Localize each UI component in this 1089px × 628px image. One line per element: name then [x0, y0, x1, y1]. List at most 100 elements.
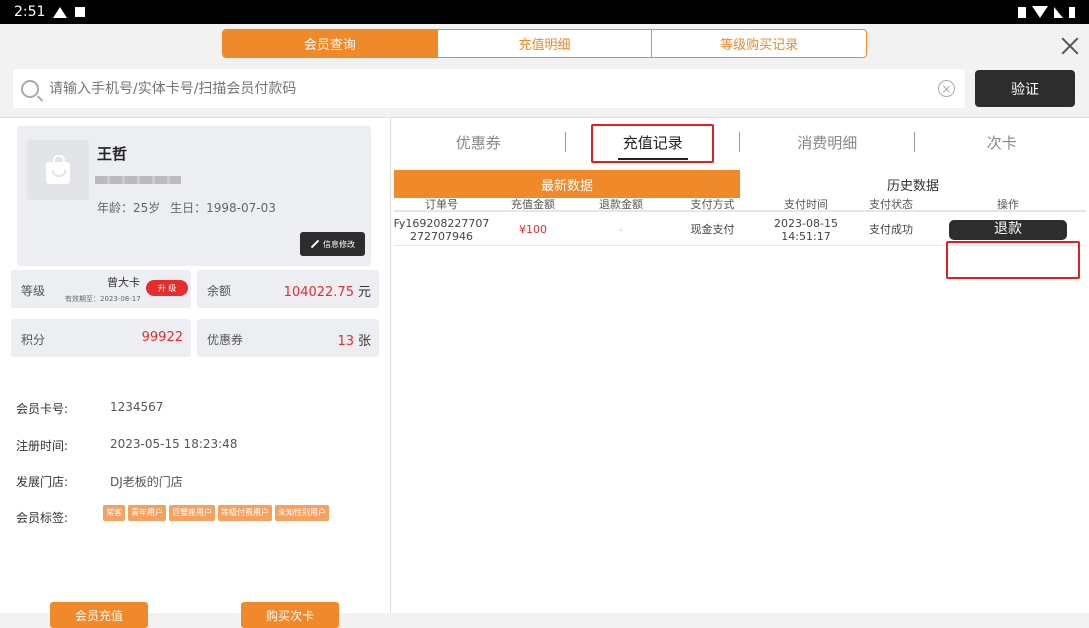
refund-amount: -: [577, 214, 665, 245]
level-box: 等级 曾大卡 有效期至：2023-08-17 升 级: [11, 270, 191, 308]
level-label: 等级: [21, 282, 45, 299]
col-pay-method: 支付方式: [665, 198, 760, 210]
col-order-no: 订单号: [394, 198, 489, 210]
shopping-bag-icon: [46, 162, 70, 184]
member-tag: 巨蟹座用户: [169, 505, 215, 521]
col-refund-amount: 退款金额: [577, 198, 665, 210]
tab-history-data[interactable]: 历史数据: [740, 170, 1086, 198]
table-header: 订单号 充值金额 退款金额 支付方式 支付时间 支付状态 操作: [394, 198, 1086, 212]
coupon-box: 优惠券 13 张: [197, 319, 379, 357]
verify-button[interactable]: 验证: [975, 70, 1075, 107]
col-amount: 充值金额: [489, 198, 577, 210]
register-time: 2023-05-15 18:23:48: [110, 437, 237, 451]
card-number: 1234567: [110, 400, 163, 414]
member-tag: 等级付费用户: [218, 505, 272, 521]
close-icon[interactable]: [1058, 34, 1082, 58]
wifi-icon: [1032, 6, 1048, 18]
eject-icon: [53, 7, 67, 18]
tab-consumption-label: 消费明细: [797, 132, 857, 153]
pay-date: 2023-08-15: [774, 217, 838, 230]
vibrate-icon: [1018, 7, 1026, 18]
member-tags: 常客 青年用户 巨蟹座用户 等级付费用户 未知性别用户: [103, 505, 329, 521]
tags-label: 会员标签:: [16, 511, 68, 525]
col-action: 操作: [930, 198, 1086, 210]
pay-status: 支付成功: [852, 214, 930, 245]
search-bar: ×: [13, 69, 965, 108]
member-tag: 常客: [103, 505, 125, 521]
order-no-line2: 272707946: [410, 230, 473, 243]
status-time: 2:51: [14, 4, 45, 20]
level-expiry: 有效期至：2023-08-17: [65, 294, 141, 304]
coupon-count: 13: [337, 334, 354, 349]
data-tab-bar: 最新数据 历史数据: [394, 170, 1086, 198]
tab-level-purchase[interactable]: 等级购买记录: [651, 30, 866, 57]
pencil-icon: [311, 240, 319, 248]
member-tag: 未知性别用户: [275, 505, 329, 521]
card-number-label: 会员卡号:: [16, 402, 68, 416]
coupon-label: 优惠券: [207, 331, 243, 348]
tab-coupons[interactable]: 优惠券: [391, 118, 566, 166]
pay-clock: 14:51:17: [781, 230, 830, 243]
upgrade-button[interactable]: 升 级: [146, 280, 188, 296]
coupon-value: 13 张: [337, 330, 371, 349]
status-bar: 2:51: [0, 0, 1089, 24]
member-recharge-button[interactable]: 会员充值: [50, 602, 148, 628]
member-panel: 王哲 年龄：25岁 生日：1998-07-03 信息修改 等级 曾大卡 有效期至…: [0, 118, 390, 613]
tab-coupons-label: 优惠券: [456, 132, 501, 153]
profile-card: 王哲 年龄：25岁 生日：1998-07-03 信息修改: [17, 126, 371, 266]
highlight-box: [946, 241, 1080, 279]
buy-times-card-button[interactable]: 购买次卡: [241, 602, 339, 628]
tab-recharge-detail[interactable]: 充值明细: [437, 30, 652, 57]
pay-time: 2023-08-15 14:51:17: [760, 214, 852, 245]
records-panel: 优惠券 充值记录 消费明细 次卡 最新数据 历史数据 订单号 充值金额 退款金额…: [391, 118, 1089, 613]
balance-box: 余额 104022.75元: [197, 270, 379, 308]
col-pay-time: 支付时间: [760, 198, 852, 210]
edit-info-label: 信息修改: [323, 239, 355, 250]
points-label: 积分: [21, 331, 45, 348]
sub-tab-bar: 优惠券 充值记录 消费明细 次卡: [391, 118, 1089, 166]
masked-phone: [95, 176, 181, 184]
search-input[interactable]: [49, 81, 938, 97]
edit-info-button[interactable]: 信息修改: [300, 232, 365, 256]
balance-value: 104022.75元: [284, 281, 371, 300]
member-tag: 青年用户: [128, 505, 166, 521]
store-row: 发展门店: DJ老板的门店: [16, 473, 68, 490]
recharge-amount: ¥100: [489, 214, 577, 245]
coupon-unit: 张: [358, 334, 371, 349]
card-number-row: 会员卡号: 1234567: [16, 400, 68, 417]
order-no: Fy169208227707 272707946: [394, 214, 489, 245]
avatar: [27, 140, 89, 200]
app-window: 会员查询 充值明细 等级购买记录 × 验证 王哲 年龄：25岁 生日：1998-…: [0, 24, 1089, 613]
store-label: 发展门店:: [16, 475, 68, 489]
tab-member-query[interactable]: 会员查询: [223, 30, 437, 57]
register-time-row: 注册时间: 2023-05-15 18:23:48: [16, 437, 68, 454]
battery-icon: [1069, 7, 1075, 18]
tab-separator: [914, 132, 915, 152]
tab-times-card[interactable]: 次卡: [915, 118, 1089, 166]
register-time-label: 注册时间:: [16, 439, 68, 453]
top-tab-bar: 会员查询 充值明细 等级购买记录: [222, 29, 867, 58]
member-name: 王哲: [97, 143, 127, 164]
member-age: 年龄：25岁: [97, 201, 160, 215]
tab-consumption-detail[interactable]: 消费明细: [740, 118, 915, 166]
tab-latest-data[interactable]: 最新数据: [394, 170, 740, 198]
store-name: DJ老板的门店: [110, 473, 183, 490]
order-no-line1: Fy169208227707: [394, 217, 490, 230]
points-value: 99922: [142, 330, 183, 345]
pay-method: 现金支付: [665, 214, 760, 245]
member-birthday: 生日：1998-07-03: [170, 201, 276, 215]
search-icon: [21, 80, 39, 98]
notification-icon: [75, 7, 85, 17]
refund-button[interactable]: 退款: [949, 220, 1067, 240]
level-name: 曾大卡: [107, 274, 140, 290]
tags-row: 会员标签:: [16, 509, 68, 526]
balance-amount: 104022.75: [284, 285, 354, 300]
clear-icon[interactable]: ×: [938, 80, 955, 97]
highlight-box: [591, 124, 714, 163]
signal-icon: [1054, 7, 1063, 18]
age-birthday: 年龄：25岁 生日：1998-07-03: [97, 199, 282, 216]
col-pay-status: 支付状态: [852, 198, 930, 210]
tab-times-card-label: 次卡: [987, 132, 1017, 153]
points-box: 积分 99922: [11, 319, 191, 357]
balance-label: 余额: [207, 282, 231, 299]
